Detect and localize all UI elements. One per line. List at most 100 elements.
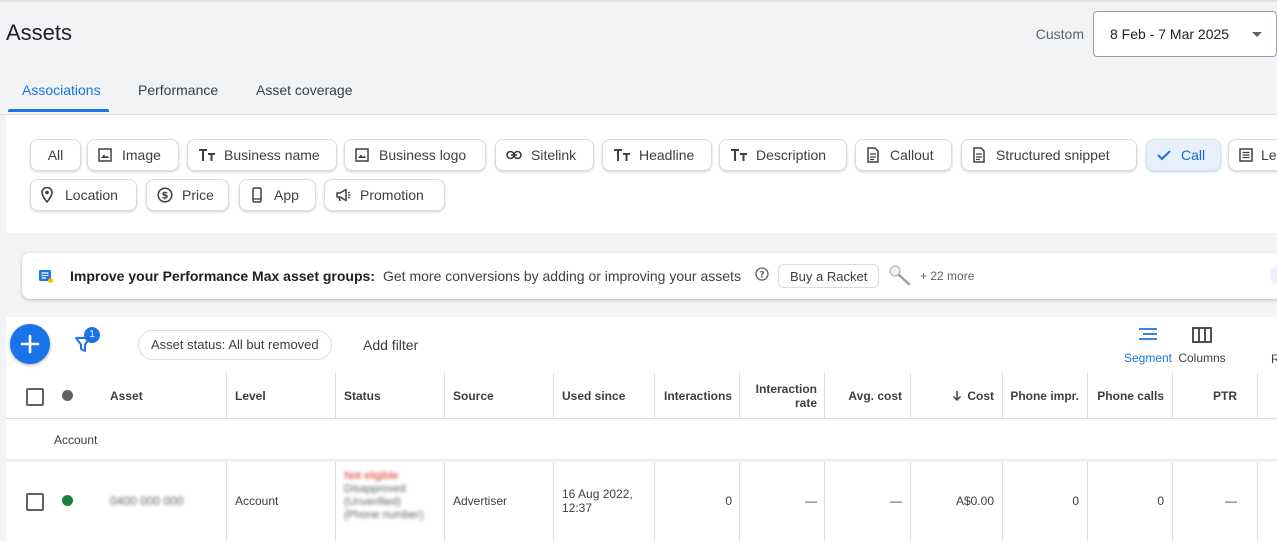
chip-description[interactable]: Description — [719, 139, 847, 171]
header-ptr[interactable]: PTR — [1176, 373, 1237, 418]
chip-label: Structured snippet — [996, 147, 1110, 163]
column-divider — [1172, 462, 1173, 541]
chip-label: App — [274, 187, 299, 203]
group-label: Account — [54, 433, 98, 447]
table-toolbar: 1 Asset status: All but removed Add filt… — [6, 317, 1277, 373]
dropdown-caret-icon — [1252, 32, 1262, 37]
more-assets-link[interactable]: + 22 more — [920, 269, 974, 283]
text-format-icon — [731, 149, 747, 161]
columns-button[interactable]: Columns — [1166, 327, 1238, 365]
row-cost: A$0.00 — [955, 494, 994, 508]
tab-associations[interactable]: Associations — [22, 82, 101, 98]
chip-label: Location — [65, 187, 118, 203]
banner-text: Get more conversions by adding or improv… — [383, 268, 741, 284]
chip-business-logo[interactable]: Business logo — [344, 139, 486, 171]
header-phone-calls[interactable]: Phone calls — [1088, 373, 1164, 418]
column-divider — [739, 462, 740, 541]
row-status: Not eligible Disapproved (Unverified) (P… — [344, 470, 444, 522]
sort-descending-icon — [953, 390, 962, 401]
image-icon — [98, 148, 112, 162]
tab-performance[interactable]: Performance — [138, 82, 218, 98]
document-icon — [867, 147, 879, 163]
asset-status-filter-chip[interactable]: Asset status: All but removed — [138, 330, 332, 360]
chip-location[interactable]: Location — [30, 179, 137, 211]
reports-button-partial[interactable]: R — [1271, 352, 1277, 366]
chip-business-name[interactable]: Business name — [187, 139, 337, 171]
chip-label: Promotion — [360, 187, 424, 203]
column-divider — [1087, 373, 1088, 418]
chip-structured-snippet[interactable]: Structured snippet — [961, 139, 1137, 171]
date-range-value: 8 Feb - 7 Mar 2025 — [1110, 26, 1230, 42]
column-divider — [1257, 462, 1258, 541]
chip-callout[interactable]: Callout — [855, 139, 952, 171]
header-level[interactable]: Level — [235, 373, 335, 418]
help-icon[interactable]: ? — [755, 267, 769, 281]
column-divider — [910, 462, 911, 541]
header-interactions[interactable]: Interactions — [656, 373, 732, 418]
column-divider — [739, 373, 740, 418]
header-cost[interactable]: Cost — [911, 373, 994, 418]
document-icon — [973, 147, 985, 163]
chip-promotion[interactable]: Promotion — [324, 179, 445, 211]
column-divider — [335, 373, 336, 418]
chip-label: Callout — [890, 147, 934, 163]
recommendation-banner: Improve your Performance Max asset group… — [22, 253, 1277, 299]
column-divider — [824, 462, 825, 541]
banner-add-icon[interactable] — [1270, 265, 1277, 285]
chip-headline[interactable]: Headline — [602, 139, 712, 171]
select-all-checkbox[interactable] — [26, 388, 44, 406]
chip-label: Business name — [224, 147, 320, 163]
column-divider — [1172, 373, 1173, 418]
buy-racket-button[interactable]: Buy a Racket — [778, 264, 880, 288]
row-interactions: 0 — [725, 494, 732, 508]
racket-thumbnail-icon — [889, 265, 911, 286]
chip-label: Call — [1181, 147, 1206, 163]
text-format-icon — [614, 149, 630, 161]
row-phone-impr: 0 — [1072, 494, 1079, 508]
chip-label: Description — [756, 147, 827, 163]
asset-phone-number[interactable]: 0400 000 000 — [110, 494, 183, 508]
chip-image[interactable]: Image — [87, 139, 179, 171]
chip-label: Le — [1261, 147, 1277, 163]
chip-price[interactable]: $ Price — [146, 179, 229, 211]
add-asset-button[interactable] — [10, 324, 50, 364]
chip-sitelink[interactable]: Sitelink — [495, 139, 594, 171]
column-divider — [824, 373, 825, 418]
dollar-circle-icon: $ — [157, 187, 173, 203]
date-range-prefix: Custom — [1035, 26, 1084, 42]
tab-asset-coverage[interactable]: Asset coverage — [256, 82, 353, 98]
chip-app[interactable]: App — [239, 179, 316, 211]
column-divider — [444, 373, 445, 418]
column-divider — [1087, 462, 1088, 541]
header-cost-label: Cost — [967, 388, 994, 403]
page-title: Assets — [6, 20, 73, 45]
column-divider — [1002, 462, 1003, 541]
chip-label: Price — [182, 187, 214, 203]
date-range-dropdown[interactable]: 8 Feb - 7 Mar 2025 — [1093, 11, 1277, 57]
column-divider — [654, 373, 655, 418]
megaphone-icon — [336, 188, 351, 202]
filter-count-badge: 1 — [84, 327, 100, 343]
header-phone-impr[interactable]: Phone impr. — [1001, 373, 1079, 418]
status-line: (Phone number) — [344, 509, 424, 521]
chip-lead-form[interactable]: Le — [1228, 139, 1277, 171]
table-row[interactable]: 0400 000 000 Account Not eligible Disapp… — [6, 462, 1277, 541]
row-level: Account — [235, 494, 279, 508]
header-interaction-rate[interactable]: Interaction rate — [744, 373, 817, 418]
column-divider — [553, 462, 554, 541]
header-asset[interactable]: Asset — [110, 373, 225, 418]
column-divider — [553, 373, 554, 418]
plus-icon — [20, 334, 40, 354]
header-source[interactable]: Source — [453, 373, 553, 418]
segment-icon — [1139, 328, 1157, 340]
row-checkbox[interactable] — [26, 493, 44, 511]
row-ptr: — — [1225, 494, 1237, 508]
header-status[interactable]: Status — [344, 373, 444, 418]
chip-label: Sitelink — [531, 147, 577, 163]
header-avg-cost[interactable]: Avg. cost — [828, 373, 902, 418]
header-used-since[interactable]: Used since — [562, 373, 657, 418]
chip-all[interactable]: All — [30, 139, 81, 171]
row-phone-calls: 0 — [1157, 494, 1164, 508]
add-filter-button[interactable]: Add filter — [363, 337, 418, 353]
chip-call[interactable]: Call — [1146, 139, 1221, 171]
